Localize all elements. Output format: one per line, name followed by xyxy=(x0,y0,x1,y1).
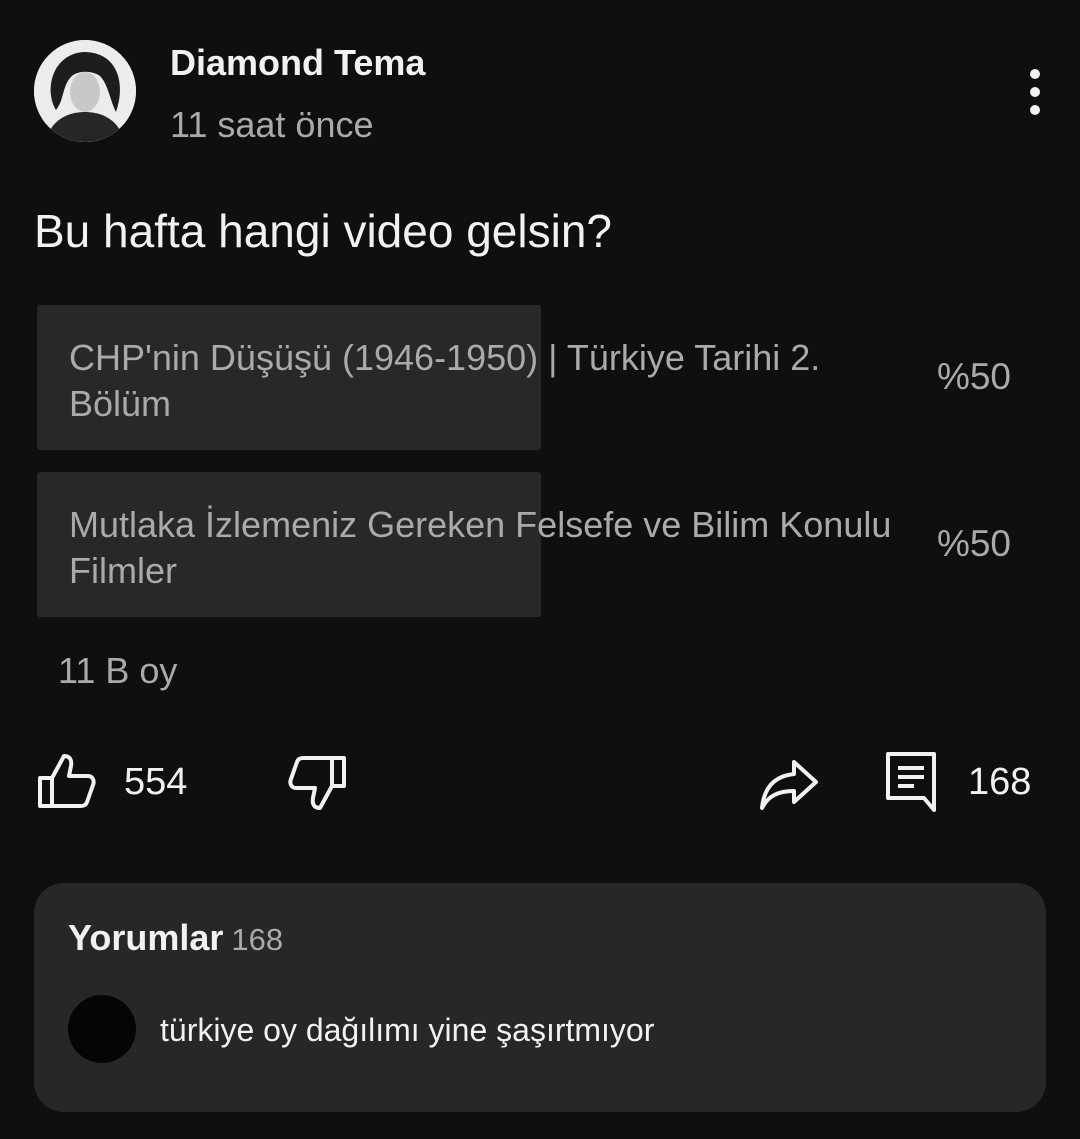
share-icon xyxy=(760,760,818,810)
post-timestamp: 11 saat önce xyxy=(170,104,374,145)
top-comment-text: türkiye oy dağılımı yine şaşırtmıyor xyxy=(160,1012,655,1048)
channel-avatar[interactable] xyxy=(34,40,136,142)
poll-option[interactable]: CHP'nin Düşüşü (1946-1950) | Türkiye Tar… xyxy=(37,305,1045,450)
comments-title: Yorumlar xyxy=(68,917,224,958)
comment-icon xyxy=(886,752,936,812)
poll-option-percent: %50 xyxy=(936,523,1011,564)
comments-count: 168 xyxy=(968,761,1032,803)
comments-header-count: 168 xyxy=(231,922,284,957)
comments-header: Yorumlar 168 xyxy=(68,917,283,959)
poll-option-label: CHP'nin Düşüşü (1946-1950) | Türkiye Tar… xyxy=(69,337,821,424)
more-options-button[interactable] xyxy=(1010,66,1060,118)
like-count: 554 xyxy=(124,761,188,803)
thumbs-up-icon xyxy=(38,754,96,808)
thumbs-down-icon xyxy=(288,756,346,810)
vote-count: 11 B oy xyxy=(58,650,178,691)
poll-option-percent: %50 xyxy=(936,356,1011,397)
dislike-button[interactable] xyxy=(284,750,350,814)
comments-button[interactable] xyxy=(882,748,942,814)
commenter-avatar xyxy=(68,995,136,1063)
comments-panel[interactable]: Yorumlar 168 türkiye oy dağılımı yine şaş… xyxy=(34,883,1046,1112)
poll-option-label: Mutlaka İzlemeniz Gereken Felsefe ve Bil… xyxy=(69,504,892,591)
like-button[interactable] xyxy=(34,750,100,814)
more-vertical-icon xyxy=(1030,69,1040,115)
channel-name[interactable]: Diamond Tema xyxy=(170,42,425,84)
poll-option[interactable]: Mutlaka İzlemeniz Gereken Felsefe ve Bil… xyxy=(37,472,1045,617)
poll-question: Bu hafta hangi video gelsin? xyxy=(34,205,612,257)
share-button[interactable] xyxy=(756,754,822,814)
